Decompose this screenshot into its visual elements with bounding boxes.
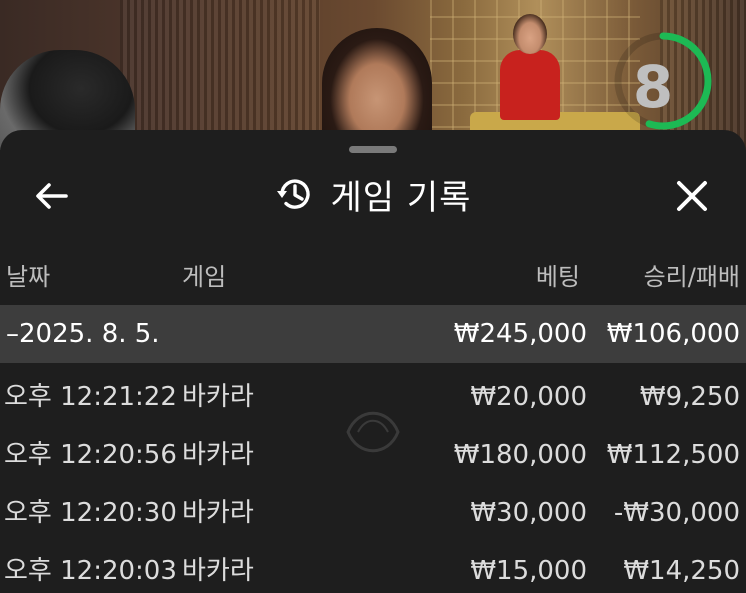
row-result: -₩30,000 xyxy=(613,498,740,528)
column-header-result: 승리/패배 xyxy=(643,263,740,291)
row-bet: ₩180,000 xyxy=(453,440,587,470)
sheet-drag-handle[interactable] xyxy=(349,146,397,153)
row-time: 오후 12:20:30 xyxy=(4,498,177,528)
row-game: 바카라 xyxy=(182,556,254,586)
history-icon xyxy=(276,179,310,209)
column-header-date: 날짜 xyxy=(6,263,51,291)
screen: 8 게임 기록 날짜 게임 베팅 승리/패배 –2025. 8. 5. ₩245… xyxy=(0,0,746,593)
row-time: 오후 12:20:03 xyxy=(4,556,177,586)
table-row[interactable]: 오후 12:20:03 바카라 ₩15,000 ₩14,250 xyxy=(0,542,746,593)
row-game: 바카라 xyxy=(182,498,254,528)
date-group-row[interactable]: –2025. 8. 5. ₩245,000 ₩106,000 xyxy=(0,305,746,363)
back-button[interactable] xyxy=(30,174,74,218)
column-header-bet: 베팅 xyxy=(535,263,580,291)
curtain-decoration xyxy=(120,0,320,150)
row-bet: ₩20,000 xyxy=(470,382,587,412)
watermark-logo-icon xyxy=(346,411,400,453)
date-group-label: –2025. 8. 5. xyxy=(6,319,160,349)
second-dealer-head xyxy=(513,14,547,54)
column-header-game: 게임 xyxy=(182,263,227,291)
row-result: ₩14,250 xyxy=(623,556,740,586)
row-result: ₩9,250 xyxy=(639,382,740,412)
date-group-bet-total: ₩245,000 xyxy=(453,319,587,349)
arrow-left-icon xyxy=(36,183,68,209)
row-game: 바카라 xyxy=(182,440,254,470)
row-result: ₩112,500 xyxy=(606,440,740,470)
table-row[interactable]: 오후 12:20:30 바카라 ₩30,000 -₩30,000 xyxy=(0,484,746,542)
page-title: 게임 기록 xyxy=(330,177,472,218)
second-dealer-figure xyxy=(500,50,560,120)
row-bet: ₩15,000 xyxy=(470,556,587,586)
row-time: 오후 12:21:22 xyxy=(4,382,177,412)
sheet-header: 게임 기록 xyxy=(0,166,746,222)
date-group-result-total: ₩106,000 xyxy=(606,319,740,349)
row-time: 오후 12:20:56 xyxy=(4,440,177,470)
close-button[interactable] xyxy=(670,174,714,218)
row-bet: ₩30,000 xyxy=(470,498,587,528)
close-icon xyxy=(677,181,707,211)
countdown-timer-value: 8 xyxy=(632,53,674,121)
title-group: 게임 기록 xyxy=(0,166,746,222)
row-game: 바카라 xyxy=(182,382,254,412)
game-history-sheet: 게임 기록 날짜 게임 베팅 승리/패배 –2025. 8. 5. ₩245,0… xyxy=(0,130,746,593)
